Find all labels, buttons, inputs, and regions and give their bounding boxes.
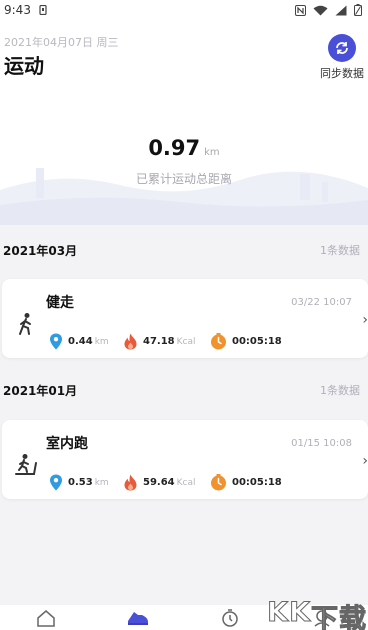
chevron-right-icon: › — [362, 312, 368, 328]
watermark-char: 载 — [339, 604, 367, 630]
month-record-count: 1条数据 — [320, 384, 360, 397]
watermark-char: 下 — [311, 604, 339, 630]
watermark-char: K — [267, 597, 289, 629]
activity-name: 室内跑 — [46, 436, 88, 452]
current-date: 2021年04月07日 周三 — [4, 36, 119, 49]
nav-sport[interactable] — [123, 609, 153, 629]
sport-shoe-icon — [128, 612, 148, 625]
fire-icon — [124, 474, 137, 491]
total-distance-value: 0.97 — [148, 136, 201, 160]
notification-icon — [39, 5, 47, 15]
activity-datetime: 03/22 10:07 — [291, 297, 352, 308]
calories-stat: 59.64 Kcal — [123, 474, 196, 491]
location-icon — [50, 474, 62, 491]
calories-stat: 47.18 Kcal — [123, 333, 196, 350]
distance-value: 0.53 — [68, 477, 93, 488]
battery-icon — [354, 4, 362, 16]
distance-stat: 0.53 km — [49, 474, 109, 491]
total-distance-unit: km — [204, 147, 220, 158]
total-distance-caption: 已累计运动总距离 — [135, 172, 232, 186]
watermark: K K 下 载 — [267, 597, 367, 630]
distance-stat: 0.44 km — [49, 333, 109, 350]
activity-record-card[interactable]: 健走 03/22 10:07 › 0.44 km 47.18 Kcal 00:05:… — [2, 279, 368, 358]
calories-value: 47.18 — [143, 336, 175, 347]
walking-icon — [19, 313, 31, 335]
watermark-char: K — [289, 597, 311, 629]
timer-icon — [211, 474, 226, 491]
signal-icon — [335, 5, 347, 15]
treadmill-icon — [15, 454, 37, 475]
month-record-count: 1条数据 — [320, 244, 360, 257]
duration-stat: 00:05:18 — [210, 474, 282, 491]
timer-icon — [211, 333, 226, 350]
wifi-icon — [313, 5, 328, 15]
distance-unit: km — [94, 337, 109, 347]
distance-value: 0.44 — [68, 336, 93, 347]
fire-icon — [124, 333, 137, 350]
activity-datetime: 01/15 10:08 — [291, 438, 352, 449]
sync-icon — [328, 34, 356, 62]
sync-label: 同步数据 — [320, 67, 364, 80]
location-icon — [50, 333, 62, 350]
status-bar: 9:43 — [0, 0, 368, 20]
page-title: 运动 — [4, 54, 44, 78]
summary-header: 2021年04月07日 周三 运动 同步数据 0.97 km 已累计运动总距离 — [0, 20, 368, 225]
duration-stat: 00:05:18 — [210, 333, 282, 350]
calories-unit: Kcal — [176, 337, 196, 347]
nfc-icon — [295, 4, 306, 16]
nav-home[interactable] — [31, 609, 61, 629]
sync-data-button[interactable]: 同步数据 — [316, 34, 368, 84]
chevron-right-icon: › — [362, 453, 368, 469]
calories-unit: Kcal — [176, 478, 196, 488]
month-label: 2021年03月 — [3, 243, 78, 258]
stopwatch-icon — [222, 609, 238, 627]
home-icon — [37, 610, 55, 627]
status-time: 9:43 — [4, 3, 31, 17]
activity-record-card[interactable]: 室内跑 01/15 10:08 › 0.53 km 59.64 Kcal 00:05… — [2, 420, 368, 499]
duration-value: 00:05:18 — [232, 336, 282, 347]
activity-name: 健走 — [46, 295, 74, 311]
nav-timer[interactable] — [215, 609, 245, 629]
month-header: 2021年01月 1条数据 — [0, 380, 368, 400]
distance-unit: km — [94, 478, 109, 488]
calories-value: 59.64 — [143, 477, 175, 488]
duration-value: 00:05:18 — [232, 477, 282, 488]
month-header: 2021年03月 1条数据 — [0, 240, 368, 260]
total-distance: 0.97 km — [0, 136, 368, 160]
month-label: 2021年01月 — [3, 383, 78, 398]
